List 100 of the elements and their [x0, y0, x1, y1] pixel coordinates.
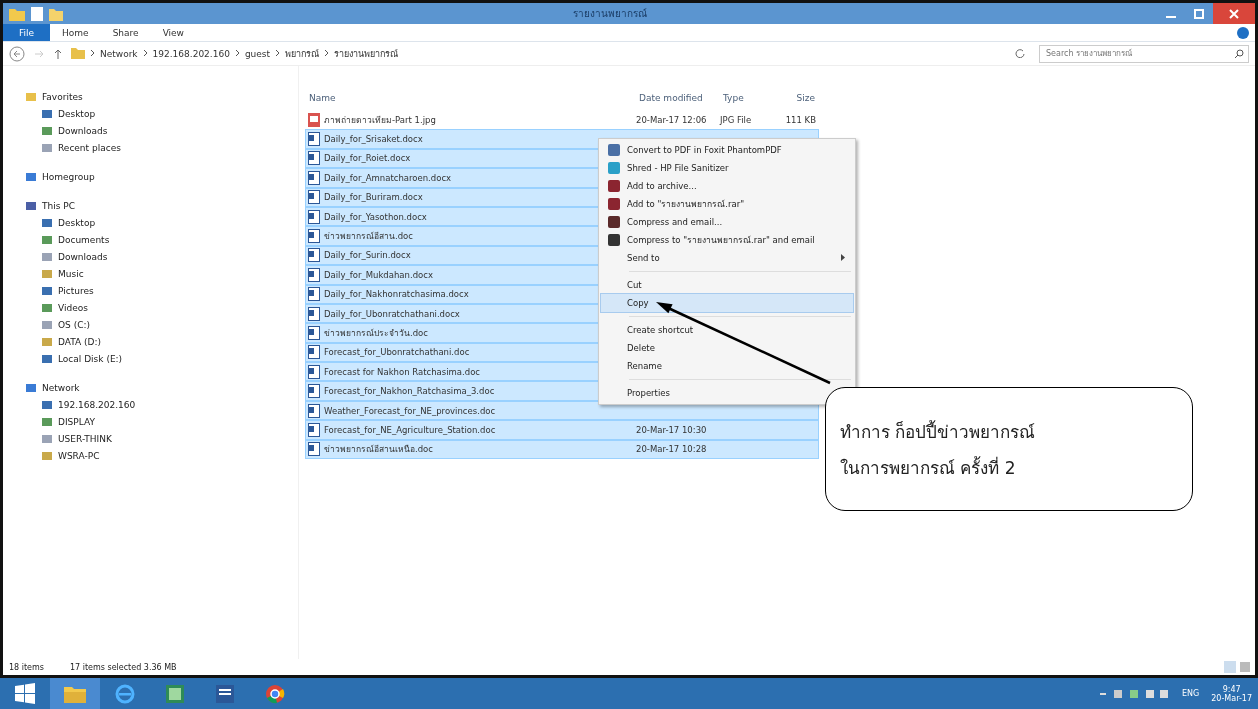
- sidebar-item[interactable]: OS (C:): [25, 316, 298, 333]
- chevron-icon: [234, 48, 240, 59]
- file-name: Daily_for_Amnatcharoen.docx: [324, 172, 452, 183]
- document-icon: [308, 403, 320, 418]
- file-type: JPG File: [720, 114, 752, 125]
- sidebar-item[interactable]: Downloads: [25, 122, 298, 139]
- breadcrumb[interactable]: Network: [100, 48, 138, 59]
- document-icon: [308, 384, 320, 399]
- document-icon: [308, 442, 320, 457]
- file-name: Daily_for_Mukdahan.docx: [324, 269, 433, 280]
- ribbon-tab[interactable]: Share: [100, 24, 151, 41]
- column-header[interactable]: Name: [305, 93, 635, 103]
- submenu-arrow-icon: [841, 254, 845, 261]
- maximize-icon: [1194, 8, 1204, 19]
- document-icon: [308, 287, 320, 302]
- sidebar-item[interactable]: Network: [25, 379, 298, 396]
- file-name: Daily_for_Ubonratchathani.docx: [324, 308, 460, 319]
- sidebar-item[interactable]: Music: [25, 265, 298, 282]
- sidebar-item[interactable]: Local Disk (E:): [25, 350, 298, 367]
- column-header[interactable]: Date modified: [635, 93, 719, 103]
- document-icon: [308, 132, 320, 147]
- file-date: 20-Mar-17 12:06: [636, 114, 707, 125]
- document-icon: [308, 422, 320, 437]
- sidebar-item[interactable]: Pictures: [25, 282, 298, 299]
- document-icon: [308, 267, 320, 282]
- ribbon-tab[interactable]: View: [150, 24, 196, 41]
- breadcrumb[interactable]: guest: [244, 48, 271, 59]
- item-count: 18 items: [9, 662, 44, 672]
- document-icon: [308, 345, 320, 360]
- new-folder-icon[interactable]: [49, 6, 63, 21]
- sidebar-item[interactable]: Videos: [25, 299, 298, 316]
- breadcrumb[interactable]: พยากรณ์: [285, 46, 320, 61]
- app-icon: [608, 234, 620, 246]
- file-size: 111 KB: [785, 114, 816, 125]
- sidebar-item[interactable]: Favorites: [25, 88, 298, 105]
- file-name: Forecast for Nakhon Ratchasima.doc: [324, 366, 480, 377]
- search-icon: [1234, 48, 1244, 59]
- document-icon: [308, 306, 320, 321]
- app-icon: [608, 144, 620, 156]
- file-row[interactable]: ข่าวพยากรณ์อีสานเหนือ.doc 20-Mar-17 10:28: [305, 439, 819, 460]
- sidebar-item[interactable]: Documents: [25, 231, 298, 248]
- file-row[interactable]: Forecast_for_NE_Agriculture_Station.doc 20-Mar-17 10:30: [305, 420, 819, 440]
- file-name: Forecast_for_NE_Agriculture_Station.doc: [324, 424, 496, 435]
- document-icon: [308, 364, 320, 379]
- sidebar-item[interactable]: DISPLAY: [25, 413, 298, 430]
- back-icon[interactable]: [9, 45, 25, 62]
- sidebar-item[interactable]: Desktop: [25, 105, 298, 122]
- document-icon: [308, 151, 320, 166]
- file-name: Forecast_for_Nakhon_Ratchasima_3.doc: [324, 386, 495, 397]
- file-name: ข่าวพยากรณ์อีสาน.doc: [324, 230, 413, 244]
- tray-icons[interactable]: [1100, 687, 1171, 700]
- language-indicator[interactable]: ENG: [1182, 689, 1200, 698]
- chevron-icon: [142, 48, 148, 59]
- sidebar-item[interactable]: This PC: [25, 197, 298, 214]
- file-row[interactable]: ภาพถ่ายดาวเทียม-Part 1.jpg 20-Mar-17 12:06 JPG File 111 KB: [305, 110, 819, 130]
- close-icon: [1229, 8, 1239, 19]
- sidebar-item[interactable]: Desktop: [25, 214, 298, 231]
- file-name: Weather_Forecast_for_NE_provinces.doc: [324, 405, 496, 416]
- sidebar-item[interactable]: Recent places: [25, 139, 298, 156]
- ribbon-tab[interactable]: File: [3, 24, 51, 41]
- app-icon: [608, 216, 620, 228]
- search-field[interactable]: Search รายงานพยากรณ์: [1039, 44, 1249, 63]
- file-date: 20-Mar-17 10:30: [636, 424, 707, 435]
- file-name: Daily_for_Srisaket.docx: [324, 134, 423, 145]
- file-name: ภาพถ่ายดาวเทียม-Part 1.jpg: [324, 113, 436, 127]
- column-header[interactable]: Type: [719, 93, 775, 103]
- window-title: รายงานพยากรณ์: [572, 7, 648, 21]
- up-icon[interactable]: [53, 47, 63, 60]
- file-name: Daily_for_Buriram.docx: [324, 192, 423, 203]
- selection-info: 17 items selected 3.36 MB: [69, 662, 177, 672]
- icons-view-icon[interactable]: [1239, 661, 1251, 673]
- document-icon: [308, 248, 320, 263]
- sidebar-item[interactable]: DATA (D:): [25, 333, 298, 350]
- ribbon-tab[interactable]: Home: [50, 24, 101, 41]
- app-icon: [608, 198, 620, 210]
- document-icon: [308, 209, 320, 224]
- file-name: ข่าวพยากรณ์อีสานเหนือ.doc: [324, 443, 433, 457]
- address-bar[interactable]: Network 192.168.202.160 guest พยากรณ์ รายงานพยากรณ์: [71, 44, 1031, 63]
- clock[interactable]: 9:47 20-Mar-17: [1211, 684, 1252, 703]
- breadcrumb[interactable]: รายงานพยากรณ์: [334, 46, 399, 61]
- column-header[interactable]: Size: [775, 93, 815, 103]
- file-name: Forecast_for_Ubonratchathani.doc: [324, 347, 470, 358]
- app-icon: [608, 180, 620, 192]
- close-button[interactable]: [1213, 3, 1255, 24]
- sidebar-item[interactable]: WSRA-PC: [25, 447, 298, 464]
- document-icon: [308, 190, 320, 205]
- file-date: 20-Mar-17 10:28: [636, 444, 707, 455]
- chevron-icon: [90, 48, 95, 59]
- refresh-icon[interactable]: [1015, 47, 1025, 58]
- breadcrumb[interactable]: 192.168.202.160: [152, 48, 230, 59]
- sidebar-item[interactable]: Downloads: [25, 248, 298, 265]
- help-icon[interactable]: [1237, 26, 1249, 39]
- file-name: Daily_for_Nakhonratchasima.docx: [324, 289, 469, 300]
- sidebar-item[interactable]: Homegroup: [25, 168, 298, 185]
- image-file-icon: [308, 112, 320, 127]
- sidebar-item[interactable]: USER-THINK: [25, 430, 298, 447]
- chevron-icon: [324, 48, 330, 59]
- sidebar-item[interactable]: 192.168.202.160: [25, 396, 298, 413]
- document-icon: [308, 326, 320, 340]
- menu-item[interactable]: Copy: [601, 294, 853, 312]
